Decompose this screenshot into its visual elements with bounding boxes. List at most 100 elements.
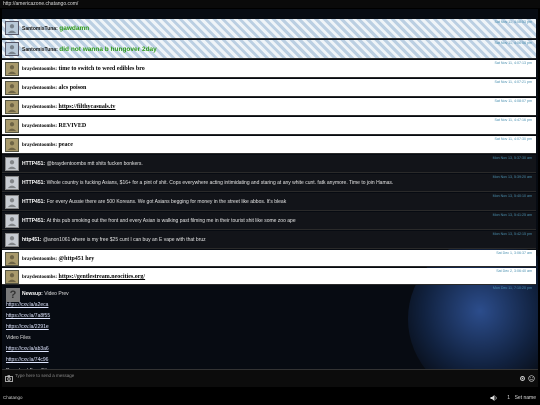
message-text: peace xyxy=(58,142,73,148)
url-text: http://americazone.chatango.com/ xyxy=(3,1,79,7)
message-newsup: ? Newsup: Video Prev Mon Dec 11, 7:10:20… xyxy=(2,285,536,369)
avatar-image-icon xyxy=(7,179,17,189)
message-text: time to switch to weed edibles bro xyxy=(58,66,145,72)
avatar[interactable] xyxy=(5,233,19,247)
message-text: @braydentoombs mtt shits fucken bonkers. xyxy=(46,161,143,167)
set-name-button[interactable]: Set name xyxy=(515,395,536,401)
timestamp: Sat Nov 11, 4:07:13 pm xyxy=(494,61,533,65)
message-row: braydentoombs: REVIVED Sat Nov 11, 4:47:1… xyxy=(2,117,536,135)
message-input[interactable] xyxy=(15,372,515,379)
message-body: HTTP451: For every Aussie there are 500 … xyxy=(22,199,286,205)
username[interactable]: HTTP451: xyxy=(22,218,45,224)
message-row: http451: @anon1061 where is my free $25 … xyxy=(2,231,536,249)
message-row: braydentoombs: time to switch to weed ed… xyxy=(2,60,536,78)
avatar[interactable] xyxy=(5,138,19,152)
camera-icon[interactable] xyxy=(5,375,13,382)
avatar[interactable] xyxy=(5,81,19,95)
message-row: braydentoombs: alcs poison Sat Nov 11, 4:… xyxy=(2,79,536,97)
message-link[interactable]: https://gentlestream.neocities.org/ xyxy=(59,274,146,280)
message-body: http451: @anon1061 where is my free $25 … xyxy=(22,237,206,243)
timestamp: Mon Nov 13, 5:41:25 am xyxy=(492,213,532,217)
timestamp: Sat Nov 11, 4:07:21 pm xyxy=(494,80,533,84)
timestamp: Sat Nov 11, 4:06:58 pm xyxy=(494,41,533,45)
avatar-image-icon xyxy=(7,217,17,227)
avatar[interactable] xyxy=(5,100,19,114)
avatar[interactable] xyxy=(5,21,19,35)
avatar-image-icon xyxy=(7,141,17,151)
avatar-placeholder-icon: ? xyxy=(9,289,17,301)
username[interactable]: braydentoombs: xyxy=(22,275,57,280)
timestamp: Sat Dec 2, 3:06:40 am xyxy=(496,269,532,273)
username[interactable]: Newsup: xyxy=(22,291,43,297)
message-text: Video Files xyxy=(6,335,31,341)
username[interactable]: http451: xyxy=(22,237,41,243)
message-row: HTTP451: Whole country is fucking Asians… xyxy=(2,174,536,192)
message-row: SantomisTuna: did not wanna b hungover 2… xyxy=(2,40,536,59)
message-body: HTTP451: Whole country is fucking Asians… xyxy=(22,180,393,186)
message-list[interactable]: SantomisTuna: gawdamn Sat Nov 11, 4:06:53… xyxy=(2,9,538,369)
message-body: HTTP451: @braydentoombs mtt shits fucken… xyxy=(22,161,143,167)
username[interactable]: braydentoombs: xyxy=(22,67,57,72)
user-count[interactable]: 1 xyxy=(507,395,510,401)
message-body: braydentoombs: time to switch to weed ed… xyxy=(22,66,145,72)
message-text: At this pub smoking out the front and ev… xyxy=(46,218,296,224)
avatar[interactable]: ? xyxy=(6,288,20,302)
avatar-image-icon xyxy=(7,273,17,283)
avatar[interactable] xyxy=(5,42,19,56)
avatar-image-icon xyxy=(7,45,17,55)
avatar[interactable] xyxy=(5,119,19,133)
message-input-bar xyxy=(2,369,538,387)
avatar[interactable] xyxy=(5,270,19,284)
message-body: braydentoombs: peace xyxy=(22,142,73,148)
avatar[interactable] xyxy=(5,176,19,190)
message-row: braydentoombs: peace Sat Nov 11, 4:07:30 … xyxy=(2,136,536,154)
message-link[interactable]: https://cxv.la/ab3a6 xyxy=(6,346,49,352)
avatar-image-icon xyxy=(7,103,17,113)
avatar[interactable] xyxy=(5,195,19,209)
timestamp: Sat Dec 1, 3:06:37 am xyxy=(496,251,532,255)
avatar[interactable] xyxy=(5,252,19,266)
avatar[interactable] xyxy=(5,157,19,171)
username[interactable]: braydentoombs: xyxy=(22,105,57,110)
username[interactable]: HTTP451: xyxy=(22,180,45,186)
message-body: braydentoombs: https://filthycasuals.tv xyxy=(22,104,115,110)
username[interactable]: braydentoombs: xyxy=(22,124,57,129)
message-row: braydentoombs: https://gentlestream.neoc… xyxy=(2,268,536,285)
message-link[interactable]: https://filthycasuals.tv xyxy=(59,104,116,110)
username[interactable]: HTTP451: xyxy=(22,199,45,205)
volume-icon[interactable] xyxy=(490,394,498,402)
avatar-image-icon xyxy=(7,198,17,208)
timestamp: Mon Nov 13, 5:39:20 am xyxy=(492,175,532,179)
gear-icon[interactable] xyxy=(519,375,526,382)
timestamp: Mon Nov 13, 5:37:30 am xyxy=(492,156,532,160)
bottom-bar: Chatango 1 Set name xyxy=(0,391,540,405)
username[interactable]: SantomisTuna: xyxy=(22,26,58,32)
username[interactable]: SantomisTuna: xyxy=(22,47,58,53)
message-link[interactable]: https://cxv.la/2291e xyxy=(6,324,49,330)
timestamp: Mon Nov 13, 5:42:15 pm xyxy=(492,232,532,236)
message-row: SantomisTuna: gawdamn Sat Nov 11, 4:06:53… xyxy=(2,19,536,39)
username[interactable]: braydentoombs: xyxy=(22,143,57,148)
timestamp: Sat Nov 11, 4:07:30 pm xyxy=(494,137,533,141)
message-row: HTTP451: At this pub smoking out the fro… xyxy=(2,212,536,230)
avatar-image-icon xyxy=(7,24,17,34)
username[interactable]: braydentoombs: xyxy=(22,257,57,262)
message-link[interactable]: https://cxv.la/74c96 xyxy=(6,357,48,363)
message-text: REVIVED xyxy=(58,123,87,129)
emoji-icon[interactable] xyxy=(528,375,535,382)
chat-window: http://americazone.chatango.com/ Santomi… xyxy=(0,0,540,405)
username[interactable]: braydentoombs: xyxy=(22,86,57,91)
avatar-image-icon xyxy=(7,65,17,75)
avatar[interactable] xyxy=(5,214,19,228)
newsup-header: Newsup: Video Prev xyxy=(22,291,69,297)
avatar[interactable] xyxy=(5,62,19,76)
avatar-image-icon xyxy=(7,122,17,132)
avatar-image-icon xyxy=(7,236,17,246)
username[interactable]: HTTP451: xyxy=(22,161,45,167)
message-text: For every Aussie there are 500 Koreans. … xyxy=(46,199,287,205)
message-body: braydentoombs: alcs poison xyxy=(22,85,86,91)
chatango-logo[interactable]: Chatango xyxy=(3,395,23,400)
message-body: SantomisTuna: gawdamn xyxy=(22,25,89,32)
message-link[interactable]: https://cxv.la/a2eca xyxy=(6,302,48,308)
message-link[interactable]: https://cxv.la/7a8f55 xyxy=(6,313,50,319)
